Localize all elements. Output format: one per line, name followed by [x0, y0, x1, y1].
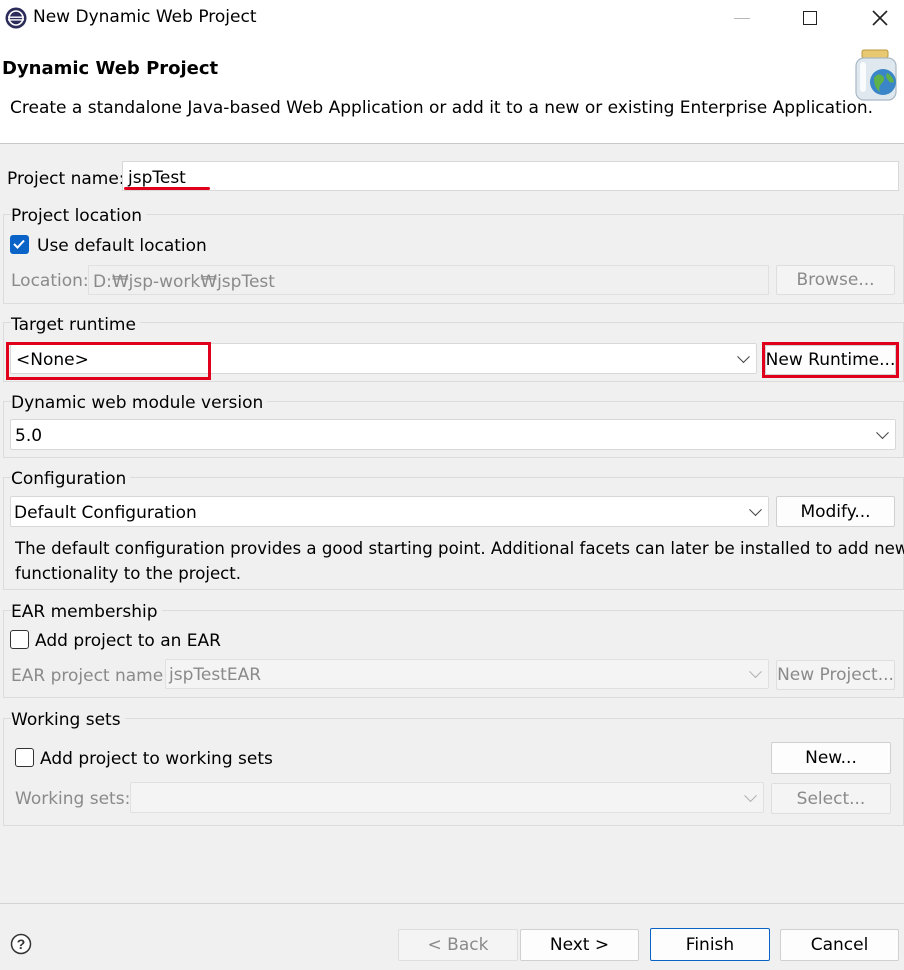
maximize-icon[interactable] [790, 0, 830, 36]
working-sets-group-label: Working sets [11, 712, 125, 729]
browse-button[interactable]: Browse... [776, 265, 895, 295]
configuration-description-line2: functionality to the project. [15, 564, 242, 583]
module-version-dropdown[interactable]: 5.0 [10, 419, 896, 450]
add-to-ear-label: Add project to an EAR [35, 631, 221, 651]
ear-project-name-dropdown[interactable]: jspTestEAR [165, 659, 769, 689]
ear-project-name-label: EAR project name: [11, 666, 169, 686]
chevron-down-icon [876, 425, 889, 439]
ear-project-name-value: jspTestEAR [169, 665, 262, 685]
project-name-label: Project name: [7, 169, 125, 189]
target-runtime-group-label: Target runtime [11, 317, 140, 334]
project-location-group-label: Project location [11, 208, 147, 225]
configuration-dropdown[interactable]: Default Configuration [10, 496, 769, 527]
next-button[interactable]: Next > [520, 929, 639, 961]
location-value: D:₩jsp-work₩jspTest [93, 272, 275, 292]
web-project-globe-icon [850, 46, 902, 104]
working-sets-dropdown[interactable] [130, 782, 764, 813]
use-default-location-label: Use default location [37, 236, 207, 256]
close-icon[interactable] [860, 0, 900, 36]
configuration-description-line1: The default configuration provides a goo… [15, 539, 904, 558]
cancel-button[interactable]: Cancel [780, 929, 899, 961]
location-input[interactable]: D:₩jsp-work₩jspTest [88, 265, 769, 295]
footer-divider [0, 903, 904, 904]
svg-text:?: ? [17, 936, 26, 952]
use-default-location-checkbox[interactable] [10, 235, 29, 254]
minimize-icon[interactable] [722, 0, 762, 36]
working-sets-label: Working sets: [15, 789, 131, 809]
ear-membership-group-label: EAR membership [11, 604, 162, 621]
title-bar: New Dynamic Web Project [0, 0, 904, 38]
back-button[interactable]: < Back [398, 929, 518, 961]
red-highlight-runtime-annotation [6, 342, 211, 380]
module-version-selected: 5.0 [15, 426, 43, 446]
wizard-header: Dynamic Web Project Create a standalone … [0, 38, 904, 144]
project-name-input[interactable]: jspTest [122, 161, 899, 191]
finish-button[interactable]: Finish [650, 928, 770, 961]
red-highlight-new-runtime-annotation [762, 342, 899, 378]
chevron-down-icon [744, 788, 757, 802]
chevron-down-icon [749, 502, 762, 516]
new-project-button[interactable]: New Project... [776, 660, 895, 690]
location-label: Location: [11, 271, 89, 291]
add-to-ear-checkbox[interactable] [10, 630, 29, 649]
help-icon[interactable]: ? [10, 933, 32, 955]
project-name-value: jspTest [128, 168, 186, 188]
add-to-working-sets-label: Add project to working sets [40, 749, 273, 769]
page-description: Create a standalone Java-based Web Appli… [10, 98, 874, 118]
eclipse-app-icon [4, 6, 28, 30]
chevron-down-icon [737, 349, 750, 363]
configuration-group-label: Configuration [11, 471, 131, 488]
window-title: New Dynamic Web Project [33, 7, 257, 27]
page-title: Dynamic Web Project [2, 58, 219, 79]
red-underline-annotation [124, 187, 210, 190]
add-to-working-sets-checkbox[interactable] [15, 748, 34, 767]
select-working-sets-button[interactable]: Select... [771, 783, 891, 814]
chevron-down-icon [749, 665, 762, 679]
modify-button[interactable]: Modify... [776, 496, 895, 527]
new-working-set-button[interactable]: New... [771, 742, 891, 774]
module-version-group-label: Dynamic web module version [11, 395, 268, 412]
configuration-selected: Default Configuration [14, 503, 197, 523]
